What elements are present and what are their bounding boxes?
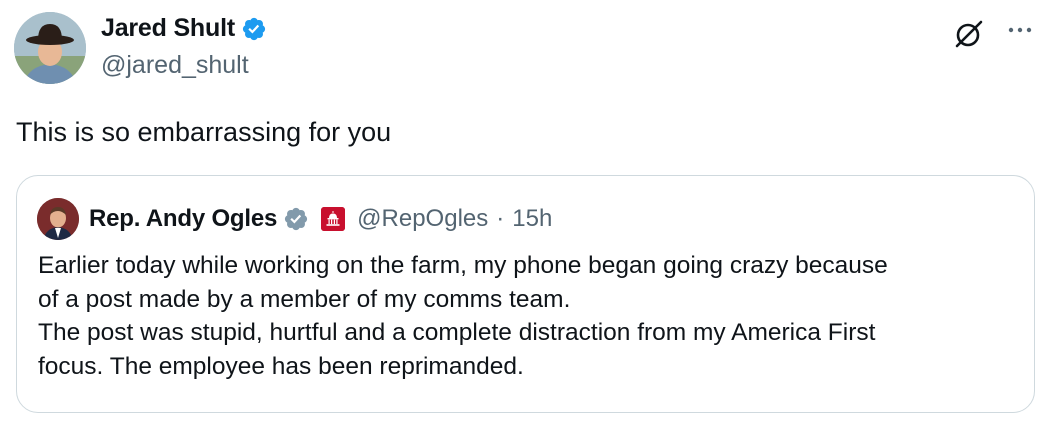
quoted-tweet-card[interactable]: Rep. Andy Ogles @RepOgles · 15h Earlier [16, 175, 1035, 413]
quoted-text-line: The post was stupid, hurtful and a compl… [38, 319, 876, 346]
government-capitol-icon[interactable] [321, 207, 346, 231]
quoted-tweet-header: Rep. Andy Ogles @RepOgles · 15h [37, 198, 552, 240]
author-handle[interactable]: @jared_shult [101, 51, 249, 80]
quoted-text-line: Earlier today while working on the farm,… [38, 252, 888, 279]
verified-badge-icon [242, 17, 266, 40]
author-avatar[interactable] [14, 12, 86, 84]
author-display-name[interactable]: Jared Shult [101, 14, 235, 43]
quoted-text-line: focus. The employee has been reprimanded… [38, 352, 524, 380]
tweet: Jared Shult @jared_shult This is so emba… [0, 0, 1052, 422]
quoted-tweet-timestamp[interactable]: 15h [512, 205, 552, 233]
tweet-text: This is so embarrassing for you [16, 117, 392, 147]
quoted-tweet-text: Earlier today while working on the farm,… [38, 249, 1018, 383]
quoted-author-handle[interactable]: @RepOgles [357, 205, 488, 233]
quoted-author-avatar[interactable] [37, 198, 79, 240]
author-name-row: Jared Shult [101, 14, 267, 43]
gray-verified-badge-icon [285, 207, 308, 231]
more-options-icon[interactable] [1003, 16, 1037, 50]
grok-icon[interactable] [952, 17, 986, 51]
separator-dot: · [496, 205, 505, 232]
quoted-author-display-name[interactable]: Rep. Andy Ogles [89, 205, 277, 233]
quoted-text-line: of a post made by a member of my comms t… [38, 285, 571, 313]
